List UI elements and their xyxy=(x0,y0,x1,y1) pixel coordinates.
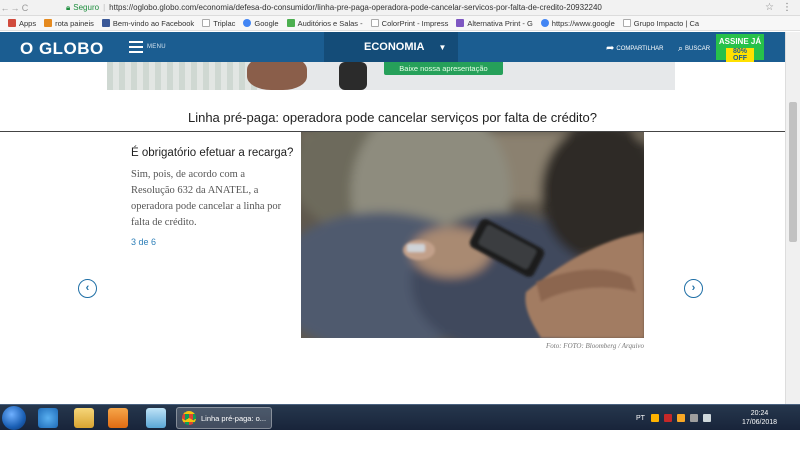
bookmark-favicon xyxy=(44,19,53,27)
address-separator: | xyxy=(103,3,106,12)
tray-volume-icon[interactable] xyxy=(702,414,711,422)
forward-icon[interactable]: → xyxy=(10,3,20,13)
slide-body: Sim, pois, de acordo com a Resolução 632… xyxy=(131,169,282,228)
chrome-icon xyxy=(182,411,196,425)
reload-icon[interactable]: C xyxy=(20,3,30,13)
tray-app-icon[interactable] xyxy=(663,414,672,422)
ad-hand-image xyxy=(247,62,307,90)
file-explorer-icon[interactable] xyxy=(74,408,94,428)
clock-time: 20:24 xyxy=(750,410,769,417)
system-clock[interactable]: 20:24 17/06/2018 xyxy=(742,409,777,427)
subscribe-discount: 80% OFF xyxy=(726,48,754,62)
article-title: Linha pré-paga: operadora pode cancelar … xyxy=(187,110,598,125)
tray-app-icon[interactable] xyxy=(676,414,685,422)
share-arrow-icon: ➦ xyxy=(606,43,615,54)
section-selector[interactable]: ECONOMIA ▼ xyxy=(324,32,458,62)
search-button[interactable]: ⌕ BUSCAR xyxy=(678,43,710,54)
start-button[interactable] xyxy=(2,406,26,430)
back-icon[interactable]: ← xyxy=(0,3,10,13)
ad-device-image xyxy=(339,62,367,90)
bookmark-favicon xyxy=(286,19,295,27)
notes-app-icon[interactable] xyxy=(146,408,166,428)
address-bar: ← → C 🔒︎ Seguro | https://oglobo.globo.c… xyxy=(0,0,800,16)
bookmark-star-icon[interactable]: ☆ xyxy=(765,2,774,13)
clock-date: 17/06/2018 xyxy=(742,419,778,426)
language-indicator[interactable]: PT xyxy=(636,415,645,422)
chevron-right-icon: › xyxy=(691,282,696,294)
google-icon xyxy=(243,19,252,27)
url-field[interactable]: https://oglobo.globo.com/economia/defesa… xyxy=(109,3,729,12)
facebook-icon xyxy=(101,19,110,27)
document-icon xyxy=(370,19,379,27)
bookmark-colorprint[interactable]: ColorPrint - Impress xyxy=(370,19,448,28)
caret-down-icon: ▼ xyxy=(438,42,447,52)
bookmark-triplac[interactable]: Triplac xyxy=(202,19,235,28)
site-header: O GLOBO MENU ECONOMIA ▼ ➦ COMPARTILHAR ⌕… xyxy=(0,32,785,62)
chevron-left-icon: ‹ xyxy=(85,282,90,294)
search-icon: ⌕ xyxy=(678,43,684,53)
slide-heading: É obrigatório efetuar a recarga? xyxy=(131,147,294,159)
subscribe-label: ASSINE JÁ xyxy=(718,37,762,46)
page-scrollbar[interactable] xyxy=(785,32,800,404)
slide-counter: 3 de 6 xyxy=(131,237,157,247)
share-label: COMPARTILHAR xyxy=(616,45,664,52)
document-icon xyxy=(622,19,631,27)
ad-background-image xyxy=(107,62,257,90)
previous-slide-button[interactable]: ‹ xyxy=(78,279,97,298)
next-slide-button[interactable]: › xyxy=(684,279,703,298)
document-icon xyxy=(202,19,211,27)
system-tray: PT xyxy=(636,405,716,431)
internet-explorer-icon[interactable] xyxy=(38,408,58,428)
photo-caption: Foto: FOTO: Bloomberg / Arquivo xyxy=(546,342,644,350)
ad-download-button[interactable]: Baixe nossa apresentação xyxy=(384,62,503,75)
site-logo[interactable]: O GLOBO xyxy=(20,39,104,59)
tray-app-icon[interactable] xyxy=(650,414,659,422)
bookmark-google-url[interactable]: https://www.google xyxy=(540,19,615,28)
bookmark-alternativa-print[interactable]: Alternativa Print - G xyxy=(456,19,533,28)
secure-label: Seguro xyxy=(73,3,100,12)
bookmark-favicon xyxy=(456,19,465,27)
browser-menu-icon[interactable]: ⋮ xyxy=(782,2,792,13)
apps-grid-icon xyxy=(8,19,16,27)
taskbar-chrome-window[interactable]: Linha pré-paga: o... xyxy=(176,407,272,429)
google-icon xyxy=(540,19,549,27)
bookmarks-bar: Apps rota paineis Bem-vindo ao Facebook … xyxy=(0,16,800,31)
bookmark-rota-paineis[interactable]: rota paineis xyxy=(44,19,94,28)
subscribe-button[interactable]: ASSINE JÁ 80% OFF xyxy=(716,34,764,62)
bookmark-facebook[interactable]: Bem-vindo ao Facebook xyxy=(101,19,194,28)
media-player-icon[interactable] xyxy=(108,408,128,428)
bookmark-google[interactable]: Google xyxy=(243,19,279,28)
section-label: ECONOMIA xyxy=(364,41,425,53)
screen-bottom-margin xyxy=(0,430,800,450)
share-button[interactable]: ➦ COMPARTILHAR xyxy=(606,43,664,54)
photo-illustration xyxy=(301,132,644,338)
bookmark-grupo-impacto[interactable]: Grupo Impacto | Ca xyxy=(622,19,699,28)
hamburger-menu-icon[interactable] xyxy=(129,41,143,53)
taskbar: Linha pré-paga: o... PT 20:24 17/06/2018 xyxy=(0,404,800,430)
taskbar-window-title: Linha pré-paga: o... xyxy=(201,413,267,423)
slide-photo xyxy=(301,132,644,338)
search-label: BUSCAR xyxy=(685,45,711,52)
scrollbar-thumb[interactable] xyxy=(789,102,797,242)
bookmark-apps[interactable]: Apps xyxy=(8,19,36,28)
menu-label[interactable]: MENU xyxy=(147,44,166,50)
tray-network-icon[interactable] xyxy=(689,414,698,422)
lock-icon: 🔒︎ xyxy=(66,2,71,12)
bookmark-auditorios[interactable]: Auditórios e Salas - xyxy=(286,19,363,28)
